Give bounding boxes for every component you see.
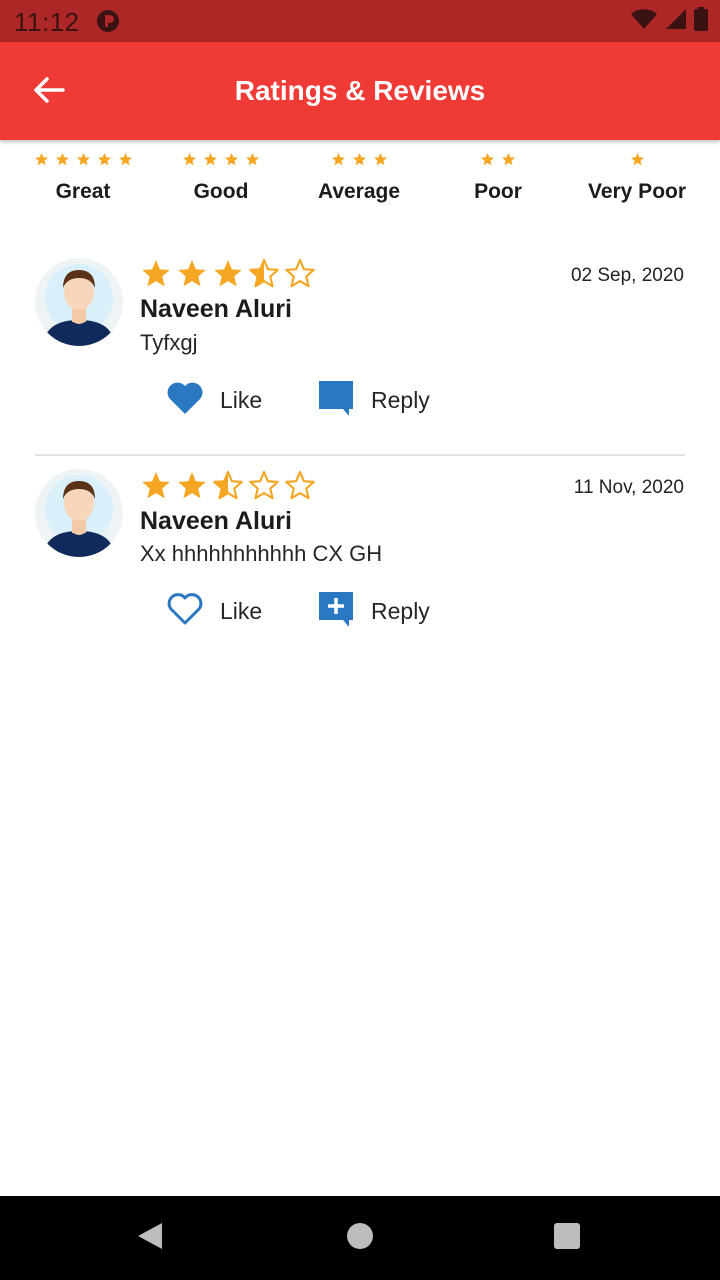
heart-filled-icon [166,380,204,421]
star-filled-icon [212,258,244,290]
star-icon [245,152,260,172]
star-icon [97,152,112,172]
filter-stars [151,148,291,176]
star-filled-icon [140,470,172,502]
like-button[interactable]: Like [166,380,262,420]
triangle-back-icon [136,1221,164,1256]
star-icon [352,152,367,172]
like-button[interactable]: Like [166,591,262,631]
filter-great[interactable]: Great [13,148,153,204]
nav-recents-button[interactable] [547,1218,587,1258]
filter-good[interactable]: Good [151,148,291,204]
star-filled-icon [140,258,172,290]
star-filled-icon [176,470,208,502]
wifi-icon [630,8,658,35]
avatar [35,258,123,346]
avatar [35,469,123,557]
heart-outline-icon [166,591,204,632]
reply-button[interactable]: Reply [317,380,430,420]
reviewer-name: Naveen Aluri [140,507,292,535]
star-icon [34,152,49,172]
star-icon [203,152,218,172]
signal-icon [664,8,688,35]
reply-label: Reply [371,386,430,413]
filter-very-poor[interactable]: Very Poor [567,148,707,204]
star-icon [630,152,645,172]
rating-filter-row: Great Good Average Poor Very Poor [0,148,720,218]
square-recents-icon [553,1222,581,1255]
review-date: 02 Sep, 2020 [570,265,684,286]
filter-stars [13,148,153,176]
reviewer-name: Naveen Aluri [140,295,292,323]
app-bar: Ratings & Reviews [0,42,720,140]
filter-label: Very Poor [587,180,687,203]
star-icon [501,152,516,172]
status-bar: 11:12 [0,0,720,42]
star-half-icon [248,258,280,290]
system-nav-bar [0,1196,720,1280]
star-filled-icon [176,258,208,290]
filter-stars [428,148,568,176]
star-icon [480,152,495,172]
reply-label: Reply [371,597,430,624]
status-indicators [630,6,708,36]
rating-stars [140,470,316,502]
star-icon [331,152,346,172]
star-icon [118,152,133,172]
add-comment-icon [317,590,355,633]
filter-label: Poor [474,180,522,203]
status-time: 11:12 [14,7,80,37]
star-half-icon [212,470,244,502]
filter-stars [289,148,429,176]
nav-home-button[interactable] [340,1218,380,1258]
filter-label: Average [317,180,401,203]
comment-icon [317,379,355,422]
filter-label: Great [55,180,111,203]
filter-average[interactable]: Average [289,148,429,204]
star-empty-icon [284,258,316,290]
star-icon [373,152,388,172]
review-text: Xx hhhhhhhhhhh CX GH [140,541,383,566]
reply-button[interactable]: Reply [317,591,430,631]
star-icon [55,152,70,172]
battery-icon [694,6,708,36]
filter-stars [567,148,707,176]
like-label: Like [220,597,263,624]
like-label: Like [220,386,263,413]
star-empty-icon [248,470,280,502]
nav-back-button[interactable] [130,1218,170,1258]
star-icon [182,152,197,172]
filter-label: Good [193,180,249,203]
star-icon [224,152,239,172]
divider [35,454,685,456]
rating-stars [140,258,316,290]
star-empty-icon [284,470,316,502]
page-title: Ratings & Reviews [234,75,486,106]
star-icon [76,152,91,172]
filter-poor[interactable]: Poor [428,148,568,204]
review-date: 11 Nov, 2020 [573,477,684,498]
circle-home-icon [346,1222,374,1255]
app-notification-icon [96,9,120,33]
review-text: Tyfxgj [140,330,198,355]
